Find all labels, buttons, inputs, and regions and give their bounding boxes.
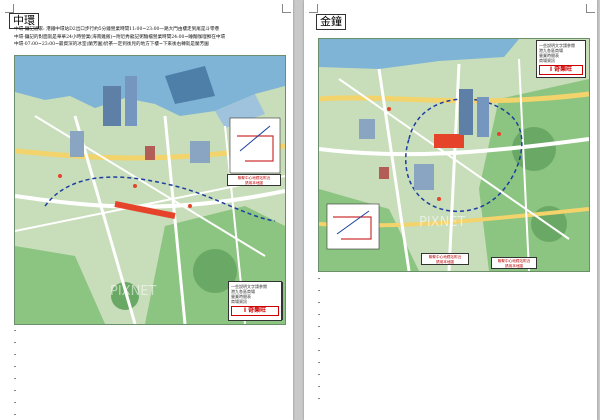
brand-logo: I 奇樂旺 — [539, 65, 583, 75]
document-page-left: 中環 中環-鏞記酒家: 港鐵中環站D2出口步行約5分鐘營業時間11:00~23:… — [0, 0, 293, 420]
page-corner-mark — [309, 4, 318, 13]
brand-box: 一些說明文字請參閱 港九各區商場 營業時間表 商場資訊 I 奇樂旺 — [536, 40, 586, 78]
map-hint-box: 聯繫中心地鐵站附近 請用本地圖 — [227, 174, 281, 186]
hint-line: 聯繫中心地鐵站附近 — [428, 255, 462, 259]
hint-line: 請用本地圖 — [505, 263, 523, 268]
watermark: PIXNET — [110, 284, 157, 299]
note-line: 中環-07:00~23:00~最資深的冰室(蘭芳園)奶茶一定到後兇的地方下樓~下… — [14, 42, 209, 48]
brand-logo: I 奇樂旺 — [231, 306, 279, 316]
brand-line: 商場資訊 — [539, 58, 555, 63]
hint-line: 請用本地圖 — [245, 180, 263, 185]
brand-box: 一些說明文字請參閱 港九各區商場 營業時間表 商場資訊 I 奇樂旺 — [228, 281, 282, 321]
map-hint-box: 聯繫中心地鐵站附近 請用本地圖 — [491, 257, 537, 269]
page-corner-mark — [586, 4, 595, 13]
note-line: 中環-鏞記酒家: 港鐵中環站D2出口步行約5分鐘營業時間11:00~23:00一… — [14, 27, 220, 32]
map-hint-box: 聯繫中心地鐵站附近 請用本地圖 — [421, 253, 469, 265]
note-line: 中環-鏞記的對面就是華華24小時營業(海南雞飯)~附近秀龍記粥麵檔營業時間24:… — [14, 34, 226, 40]
document-page-right: 金鐘 聯繫中心地鐵站附近 請用本地圖 聯繫中心地鐵站附近 請用本地圖 PIXNE… — [304, 0, 597, 420]
watermark: PIXNET — [419, 215, 466, 230]
section-heading: 金鐘 — [316, 14, 346, 30]
page-corner-mark — [5, 4, 14, 13]
page-corner-mark — [282, 4, 291, 13]
brand-line: 商場資訊 — [231, 299, 247, 304]
hint-line: 請用本地圖 — [436, 259, 454, 264]
hint-line: 聯繫中心地鐵站附近 — [497, 259, 531, 263]
restaurant-notes: 中環-鏞記酒家: 港鐵中環站D2出口步行約5分鐘營業時間11:00~23:00一… — [14, 26, 284, 49]
